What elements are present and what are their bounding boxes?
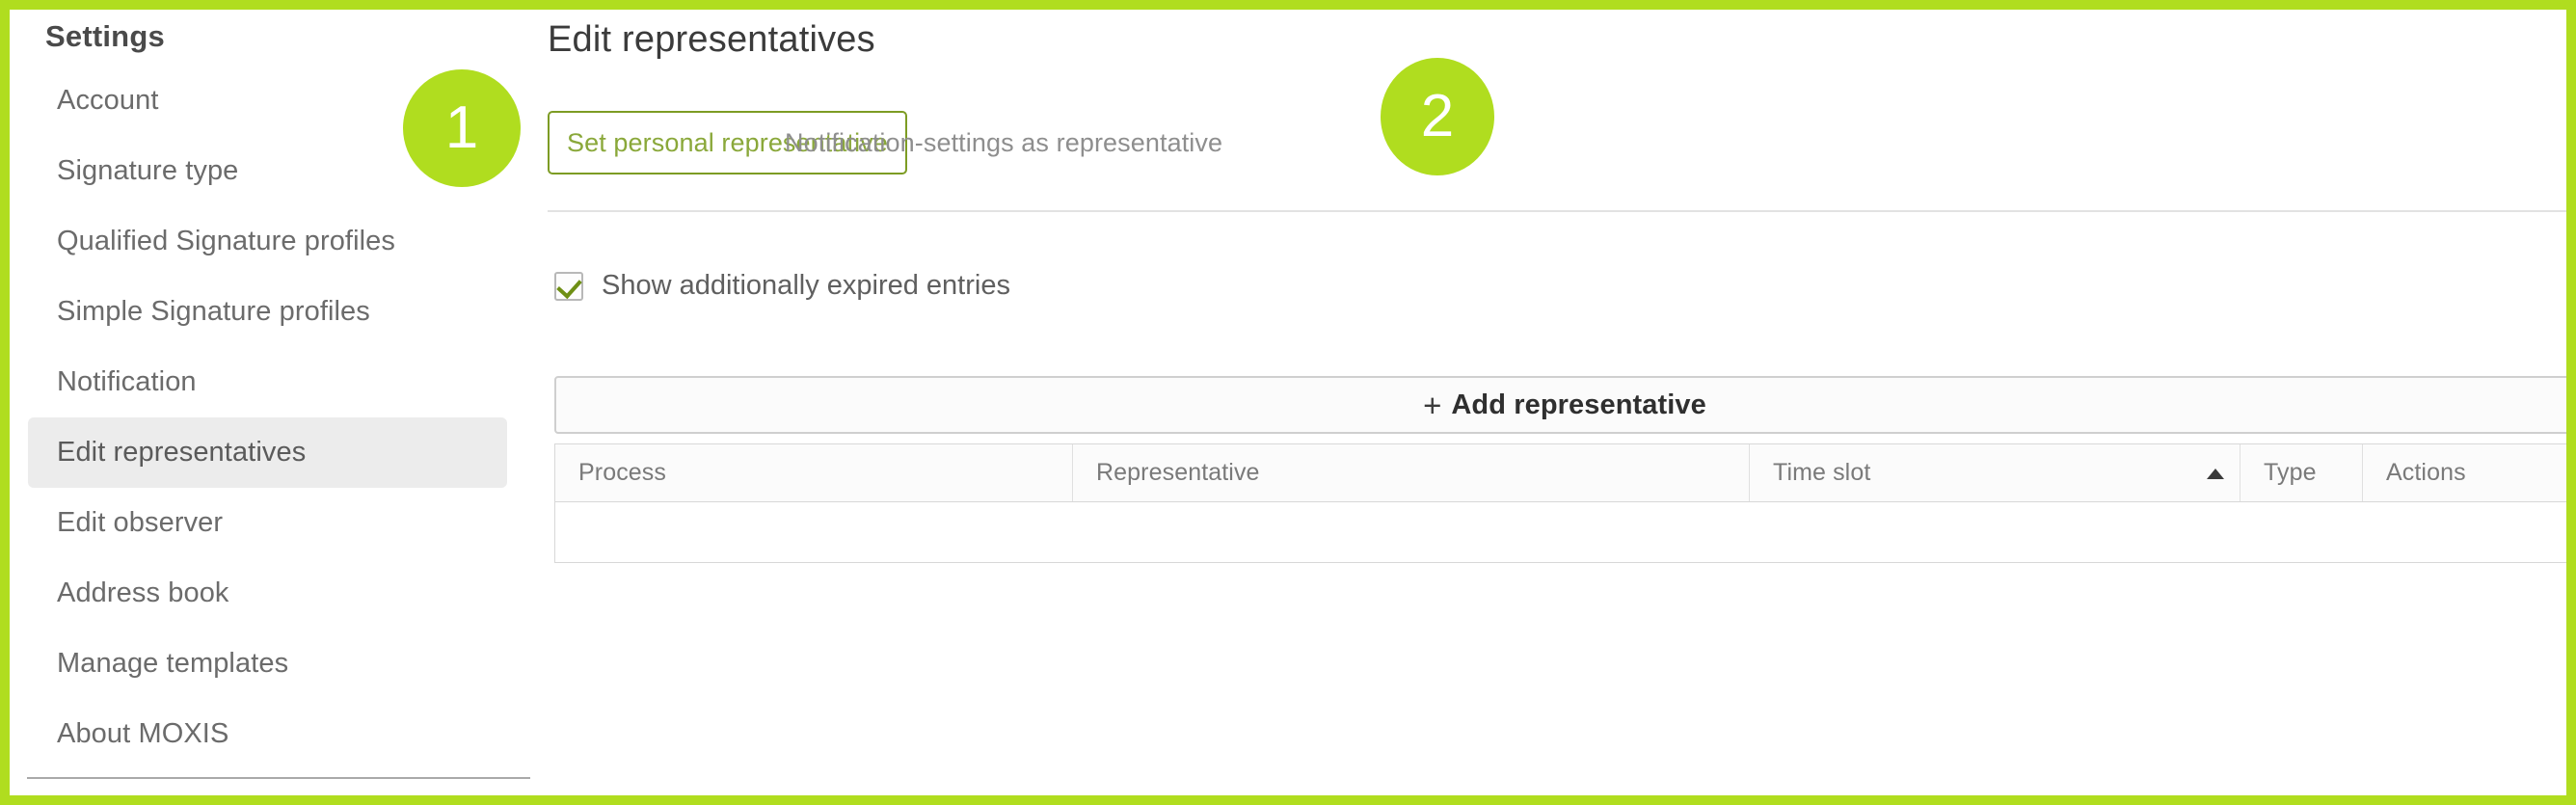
sidebar-item-address-book[interactable]: Address book	[28, 558, 507, 629]
screenshot-frame: Settings Account Signature type Qualifie…	[0, 0, 2576, 805]
sidebar-heading: Settings	[45, 19, 165, 53]
show-expired-entries-label: Show additionally expired entries	[602, 270, 1010, 301]
table-body-empty	[555, 502, 2566, 562]
checkmark-icon	[556, 272, 582, 299]
column-header-representative[interactable]: Representative	[1073, 444, 1750, 501]
tab-notification-settings-as-representative[interactable]: Notification-settings as representative	[767, 111, 1240, 174]
sidebar-item-label: Edit observer	[57, 507, 224, 538]
representatives-table: Process Representative Time slot Type Ac…	[554, 443, 2566, 563]
sidebar-item-label: Address book	[57, 577, 229, 608]
main-content: Edit representatives Set personal repres…	[525, 10, 2566, 795]
tab-bar: Set personal representative Notification…	[548, 111, 2566, 212]
caret-up-icon	[2207, 468, 2224, 479]
sidebar-item-label: Manage templates	[57, 648, 289, 679]
sidebar-item-label: Edit representatives	[57, 437, 307, 468]
sidebar-item-simple-signature-profiles[interactable]: Simple Signature profiles	[28, 277, 507, 347]
show-expired-entries-row: Show additionally expired entries	[554, 270, 1010, 302]
add-representative-label: Add representative	[1451, 389, 1706, 420]
column-header-process[interactable]: Process	[555, 444, 1073, 501]
page-title: Edit representatives	[548, 19, 875, 60]
sidebar-divider	[27, 777, 530, 779]
callout-badge-2: 2	[1381, 58, 1494, 175]
tab-bar-underline	[548, 210, 2566, 212]
column-header-time-slot[interactable]: Time slot	[1750, 444, 2241, 501]
column-header-label: Actions	[2386, 459, 2466, 486]
sidebar-item-edit-representatives[interactable]: Edit representatives	[28, 417, 507, 488]
sidebar-item-qualified-signature-profiles[interactable]: Qualified Signature profiles	[28, 206, 507, 277]
sidebar-item-edit-observer[interactable]: Edit observer	[28, 488, 507, 558]
column-header-label: Process	[578, 459, 667, 486]
column-header-label: Representative	[1096, 459, 1260, 486]
sidebar-item-label: Account	[57, 85, 159, 116]
plus-icon: +	[1423, 387, 1442, 423]
callout-badge-1: 1	[403, 69, 521, 187]
sidebar-item-label: Signature type	[57, 155, 239, 186]
sidebar-item-about-moxis[interactable]: About MOXIS	[28, 699, 507, 769]
table-header-row: Process Representative Time slot Type Ac…	[555, 443, 2566, 502]
add-representative-button[interactable]: + Add representative	[554, 376, 2566, 434]
sidebar-item-label: About MOXIS	[57, 718, 229, 749]
sidebar-item-notification[interactable]: Notification	[28, 347, 507, 417]
sidebar-item-manage-templates[interactable]: Manage templates	[28, 629, 507, 699]
sidebar-item-label: Qualified Signature profiles	[57, 226, 395, 256]
tab-label: Notification-settings as representative	[785, 127, 1223, 157]
column-header-type[interactable]: Type	[2241, 444, 2363, 501]
sidebar-item-label: Notification	[57, 366, 197, 397]
show-expired-entries-checkbox[interactable]	[554, 271, 583, 301]
sidebar-item-label: Simple Signature profiles	[57, 296, 370, 327]
column-header-label: Type	[2264, 459, 2317, 486]
column-header-actions[interactable]: Actions	[2363, 444, 2566, 501]
column-header-label: Time slot	[1773, 459, 1871, 486]
